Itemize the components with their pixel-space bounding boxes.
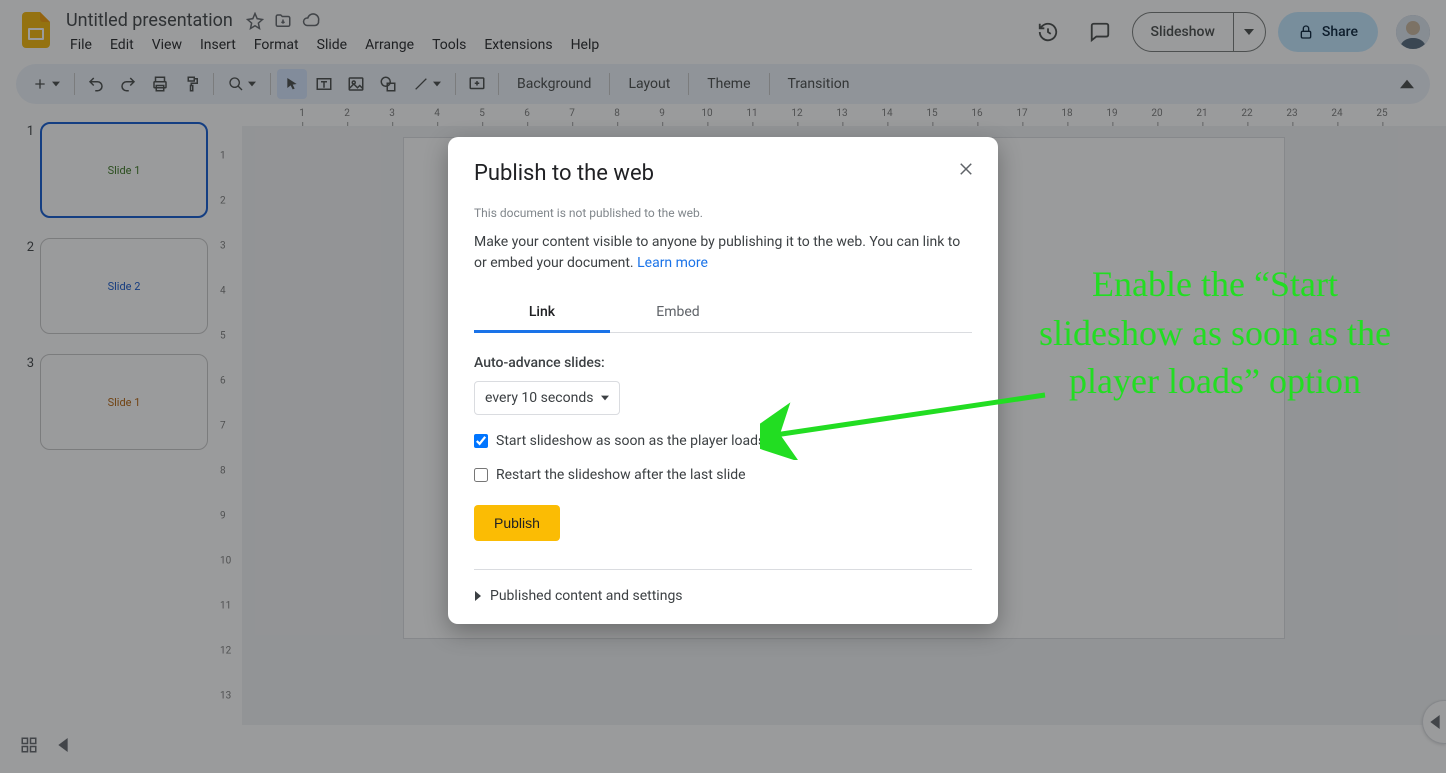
- learn-more-link[interactable]: Learn more: [637, 255, 708, 271]
- tab-link[interactable]: Link: [474, 294, 610, 333]
- publish-to-web-dialog: Publish to the web This document is not …: [448, 137, 998, 624]
- close-icon[interactable]: [954, 157, 978, 181]
- auto-advance-dropdown[interactable]: every 10 seconds: [474, 381, 620, 415]
- restart-slideshow-checkbox[interactable]: [474, 468, 488, 482]
- published-content-expander[interactable]: Published content and settings: [474, 588, 972, 604]
- dialog-status-text: This document is not published to the we…: [474, 206, 972, 220]
- auto-advance-value: every 10 seconds: [485, 390, 593, 406]
- dialog-description: Make your content visible to anyone by p…: [474, 232, 972, 274]
- auto-advance-label: Auto-advance slides:: [474, 355, 972, 371]
- tab-embed[interactable]: Embed: [610, 294, 746, 332]
- restart-slideshow-label: Restart the slideshow after the last sli…: [496, 467, 746, 483]
- publish-button[interactable]: Publish: [474, 505, 560, 541]
- chevron-right-icon: [474, 591, 482, 601]
- start-slideshow-checkbox-row[interactable]: Start slideshow as soon as the player lo…: [474, 433, 972, 449]
- dialog-divider: [474, 569, 972, 570]
- dialog-tabs: Link Embed: [474, 294, 972, 333]
- chevron-down-icon: [601, 394, 609, 402]
- expander-label: Published content and settings: [490, 588, 683, 604]
- start-slideshow-checkbox[interactable]: [474, 434, 488, 448]
- restart-slideshow-checkbox-row[interactable]: Restart the slideshow after the last sli…: [474, 467, 972, 483]
- start-slideshow-label: Start slideshow as soon as the player lo…: [496, 433, 765, 449]
- dialog-description-text: Make your content visible to anyone by p…: [474, 234, 960, 271]
- annotation-text: Enable the “Start slideshow as soon as t…: [1035, 260, 1395, 406]
- dialog-title: Publish to the web: [474, 161, 972, 186]
